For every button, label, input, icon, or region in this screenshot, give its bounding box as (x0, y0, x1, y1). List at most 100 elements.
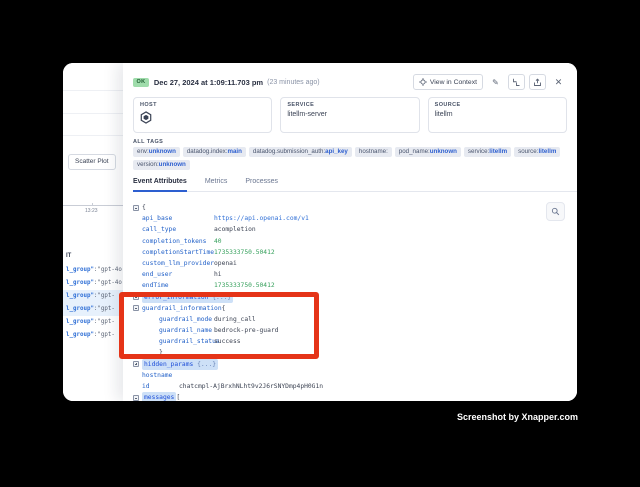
attribute-key[interactable]: guardrail_mode (159, 314, 214, 325)
attribute-row: idchatcmpl-AjBrxhNLht9v2J6rSNYDmp4pH0G1n (133, 381, 541, 392)
export-button[interactable] (529, 74, 546, 90)
expand-icon[interactable] (133, 361, 139, 367)
tag-value: litellm (489, 148, 507, 155)
info-box-value: litellm (435, 111, 560, 118)
info-box-label: SOURCE (435, 102, 560, 108)
row-key: l_group" (66, 293, 94, 299)
chart-axis-tick-label: 13:23 (85, 208, 98, 214)
tag-chip[interactable]: pod_name:unknown (395, 147, 461, 157)
scope-icon (419, 78, 427, 86)
tab-processes[interactable]: Processes (245, 175, 278, 191)
scatter-plot-button[interactable]: Scatter Plot (68, 154, 116, 170)
tag-key: source: (518, 148, 538, 155)
search-icon (551, 207, 560, 216)
all-tags-label: ALL TAGS (133, 139, 163, 145)
info-box-value (140, 111, 265, 124)
attribute-key[interactable]: guardrail_information (142, 303, 222, 314)
attribute-row: api_basehttps://api.openai.com/v1 (133, 213, 541, 224)
left-table-row[interactable]: l_group":"gpt-4o (63, 264, 123, 277)
attribute-key[interactable]: endTime (142, 280, 214, 291)
event-header: OK Dec 27, 2024 at 1:09:11.703 pm (23 mi… (133, 73, 567, 91)
row-key: l_group" (66, 280, 94, 286)
expand-icon[interactable] (133, 294, 139, 300)
attribute-row: guardrail_namebedrock-pre-guard (133, 325, 541, 336)
host-hexagon-icon (140, 111, 152, 124)
attribute-key[interactable]: guardrail_status (159, 336, 214, 347)
left-table-row[interactable]: l_group":"gpt- (63, 316, 123, 329)
tag-list: env:unknowndatadog.index:maindatadog.sub… (133, 147, 563, 170)
attribute-value[interactable]: https://api.openai.com/v1 (214, 213, 309, 224)
tab-metrics[interactable]: Metrics (205, 175, 228, 191)
search-attributes-button[interactable] (546, 202, 565, 221)
attribute-row: hidden_params {...} (133, 359, 541, 370)
attribute-key[interactable]: hidden_params {...} (142, 359, 218, 370)
left-table-row[interactable]: l_group":"gpt-4o (63, 277, 123, 290)
attribute-key[interactable]: id (142, 381, 179, 392)
screenshot-stage: Scatter Plot 13:23 IT l_group":"gpt-4ol_… (0, 0, 640, 487)
tag-chip[interactable]: hostname: (355, 147, 392, 157)
attribute-value: 1735333750.50412 (214, 280, 275, 291)
info-box-source: SOURCE litellm (428, 97, 567, 133)
info-box-host: HOST (133, 97, 272, 133)
row-key: l_group" (66, 319, 94, 325)
info-box-value: litellm-server (287, 111, 412, 118)
row-key: l_group" (66, 332, 94, 338)
tag-chip[interactable]: version:unknown (133, 160, 190, 170)
event-timestamp: Dec 27, 2024 at 1:09:11.703 pm (154, 78, 263, 87)
tag-chip[interactable]: env:unknown (133, 147, 180, 157)
share-export-icon (533, 78, 542, 87)
tag-value: litellm (538, 148, 556, 155)
attribute-key[interactable]: end_user (142, 269, 214, 280)
tag-key: pod_name: (399, 148, 430, 155)
correlations-button[interactable] (508, 74, 525, 90)
row-value: :"gpt- (94, 332, 115, 338)
attribute-value: bedrock-pre-guard (214, 325, 278, 336)
attribute-key[interactable]: hostname (142, 370, 179, 381)
brace: { (222, 303, 226, 314)
attribute-key[interactable]: error_information {...} (142, 292, 233, 303)
collapse-icon[interactable] (133, 395, 139, 401)
attribute-value: during_call (214, 314, 256, 325)
view-in-context-button[interactable]: View in Context (413, 74, 483, 90)
attribute-row: error_information {...} (133, 292, 541, 303)
left-table-row[interactable]: l_group":"gpt- (63, 303, 123, 316)
collapse-icon[interactable] (133, 205, 139, 211)
attribute-key[interactable]: call_type (142, 224, 214, 235)
left-table-row[interactable]: l_group":"gpt- (63, 290, 123, 303)
attribute-row: completion_tokens40 (133, 236, 541, 247)
attribute-key[interactable]: guardrail_name (159, 325, 214, 336)
row-value: :"gpt- (94, 319, 115, 325)
attribute-row: endTime1735333750.50412 (133, 280, 541, 291)
attribute-key[interactable]: custom_llm_provider (142, 258, 214, 269)
attribute-row: completionStartTime1735333750.50412 (133, 247, 541, 258)
attribute-value: 1735333750.50412 (214, 247, 275, 258)
event-relative-time: (23 minutes ago) (267, 79, 320, 86)
attribute-value: acompletion (214, 224, 256, 235)
tag-chip[interactable]: service:litellm (464, 147, 511, 157)
left-table-header: IT (66, 253, 71, 259)
collapse-icon[interactable] (133, 305, 139, 311)
tab-event-attributes[interactable]: Event Attributes (133, 175, 187, 191)
tab-bar: Event Attributes Metrics Processes (133, 175, 577, 192)
attribute-key[interactable]: completionStartTime (142, 247, 214, 258)
attribute-row: custom_llm_provideropenai (133, 258, 541, 269)
row-value: :"gpt-4o (94, 280, 122, 286)
tag-value: unknown (159, 161, 186, 168)
row-key: l_group" (66, 267, 94, 273)
tag-chip[interactable]: datadog.index:main (183, 147, 246, 157)
attribute-key[interactable]: api_base (142, 213, 214, 224)
left-table-row[interactable]: l_group":"gpt- (63, 329, 123, 342)
attribute-row: end_userhi (133, 269, 541, 280)
tag-chip[interactable]: datadog.submission_auth:api_key (249, 147, 352, 157)
event-detail-panel: OK Dec 27, 2024 at 1:09:11.703 pm (23 mi… (123, 63, 577, 401)
close-panel-button[interactable]: ✕ (550, 74, 567, 90)
attribute-value: openai (214, 258, 237, 269)
collapsed-key: error_information (144, 294, 212, 301)
chart-x-axis (63, 205, 123, 206)
attribute-key[interactable]: messages (142, 392, 176, 401)
tag-key: version: (137, 161, 159, 168)
tag-key: hostname: (359, 148, 388, 155)
tag-chip[interactable]: source:litellm (514, 147, 560, 157)
edit-button[interactable]: ✎ (487, 74, 504, 90)
attribute-key[interactable]: completion_tokens (142, 236, 214, 247)
